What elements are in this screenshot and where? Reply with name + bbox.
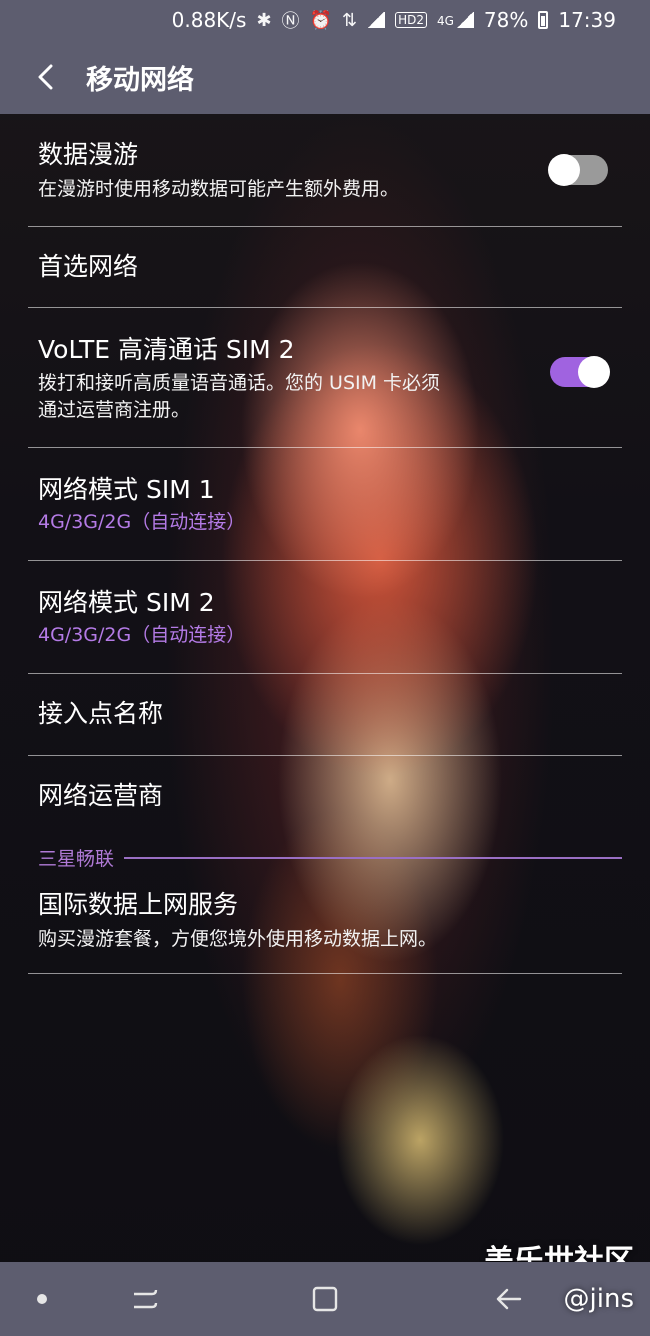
network-type: 4G — [436, 14, 454, 28]
dot-icon — [37, 1294, 47, 1304]
lte-signal-icon: 4G — [437, 12, 474, 28]
network-mode-sim2-title: 网络模式 SIM 2 — [38, 588, 215, 617]
settings-list: 数据漫游 在漫游时使用移动数据可能产生额外费用。 首选网络 VoLTE 高清通话… — [0, 114, 650, 974]
hd-icon: HD2 — [395, 12, 427, 28]
bluetooth-icon: ✱ — [256, 9, 272, 31]
section-header-line — [124, 856, 622, 859]
data-arrows-icon: ⇅ — [341, 9, 358, 31]
clock: 17:39 — [558, 8, 616, 32]
preferred-network-title: 首选网络 — [38, 252, 139, 281]
network-mode-sim2-item[interactable]: 网络模式 SIM 2 4G/3G/2G（自动连接） — [0, 561, 650, 674]
network-mode-sim1-item[interactable]: 网络模式 SIM 1 4G/3G/2G（自动连接） — [0, 448, 650, 561]
back-icon — [496, 1288, 522, 1310]
operator-title: 网络运营商 — [38, 781, 164, 810]
battery-icon — [538, 11, 549, 29]
intl-data-item[interactable]: 国际数据上网服务 购买漫游套餐，方便您境外使用移动数据上网。 — [0, 884, 650, 974]
alarm-icon: ⏰ — [309, 9, 332, 31]
nav-back-button[interactable] — [484, 1262, 534, 1336]
section-header-wrap: 三星畅联 — [0, 838, 650, 884]
apn-title: 接入点名称 — [38, 699, 164, 728]
watermark-handle: @jins — [563, 1284, 634, 1314]
network-mode-sim1-title: 网络模式 SIM 1 — [38, 475, 215, 504]
recents-icon — [134, 1289, 158, 1309]
app-bar: 移动网络 — [0, 40, 650, 114]
nfc-icon: Ⓝ — [281, 11, 300, 32]
divider — [28, 973, 622, 974]
apn-item[interactable]: 接入点名称 — [0, 674, 650, 756]
signal-icon — [367, 12, 386, 28]
home-icon — [312, 1286, 338, 1312]
network-mode-sim2-value: 4G/3G/2G（自动连接） — [38, 624, 246, 646]
preferred-network-item[interactable]: 首选网络 — [0, 227, 650, 308]
battery-percent: 78% — [483, 8, 529, 32]
intl-data-desc: 购买漫游套餐，方便您境外使用移动数据上网。 — [38, 928, 438, 950]
recents-button[interactable] — [120, 1262, 170, 1336]
back-arrow-icon — [38, 64, 53, 90]
operator-item[interactable]: 网络运营商 — [0, 756, 650, 838]
volte-desc-line2: 通过运营商注册。 — [38, 399, 191, 421]
toggle-knob — [578, 356, 610, 388]
navigation-bar — [0, 1262, 650, 1336]
volte-toggle[interactable] — [550, 356, 610, 388]
net-speed: 0.88K/s — [171, 8, 247, 32]
intl-data-title: 国际数据上网服务 — [38, 890, 239, 919]
data-roaming-toggle[interactable] — [548, 154, 608, 186]
status-bar: 0.88K/s ✱ Ⓝ ⏰ ⇅ HD2 4G 78% 17:39 — [0, 0, 650, 40]
network-mode-sim1-value: 4G/3G/2G（自动连接） — [38, 511, 246, 533]
back-button[interactable] — [30, 61, 62, 93]
volte-item[interactable]: VoLTE 高清通话 SIM 2 拨打和接听高质量语音通话。您的 USIM 卡必… — [0, 308, 650, 448]
toggle-knob — [548, 154, 580, 186]
home-button[interactable] — [300, 1262, 350, 1336]
data-roaming-item[interactable]: 数据漫游 在漫游时使用移动数据可能产生额外费用。 — [0, 114, 650, 227]
page-title: 移动网络 — [86, 64, 194, 96]
section-header: 三星畅联 — [38, 844, 622, 871]
nav-dot-button[interactable] — [26, 1262, 58, 1336]
section-header-label: 三星畅联 — [38, 848, 115, 870]
